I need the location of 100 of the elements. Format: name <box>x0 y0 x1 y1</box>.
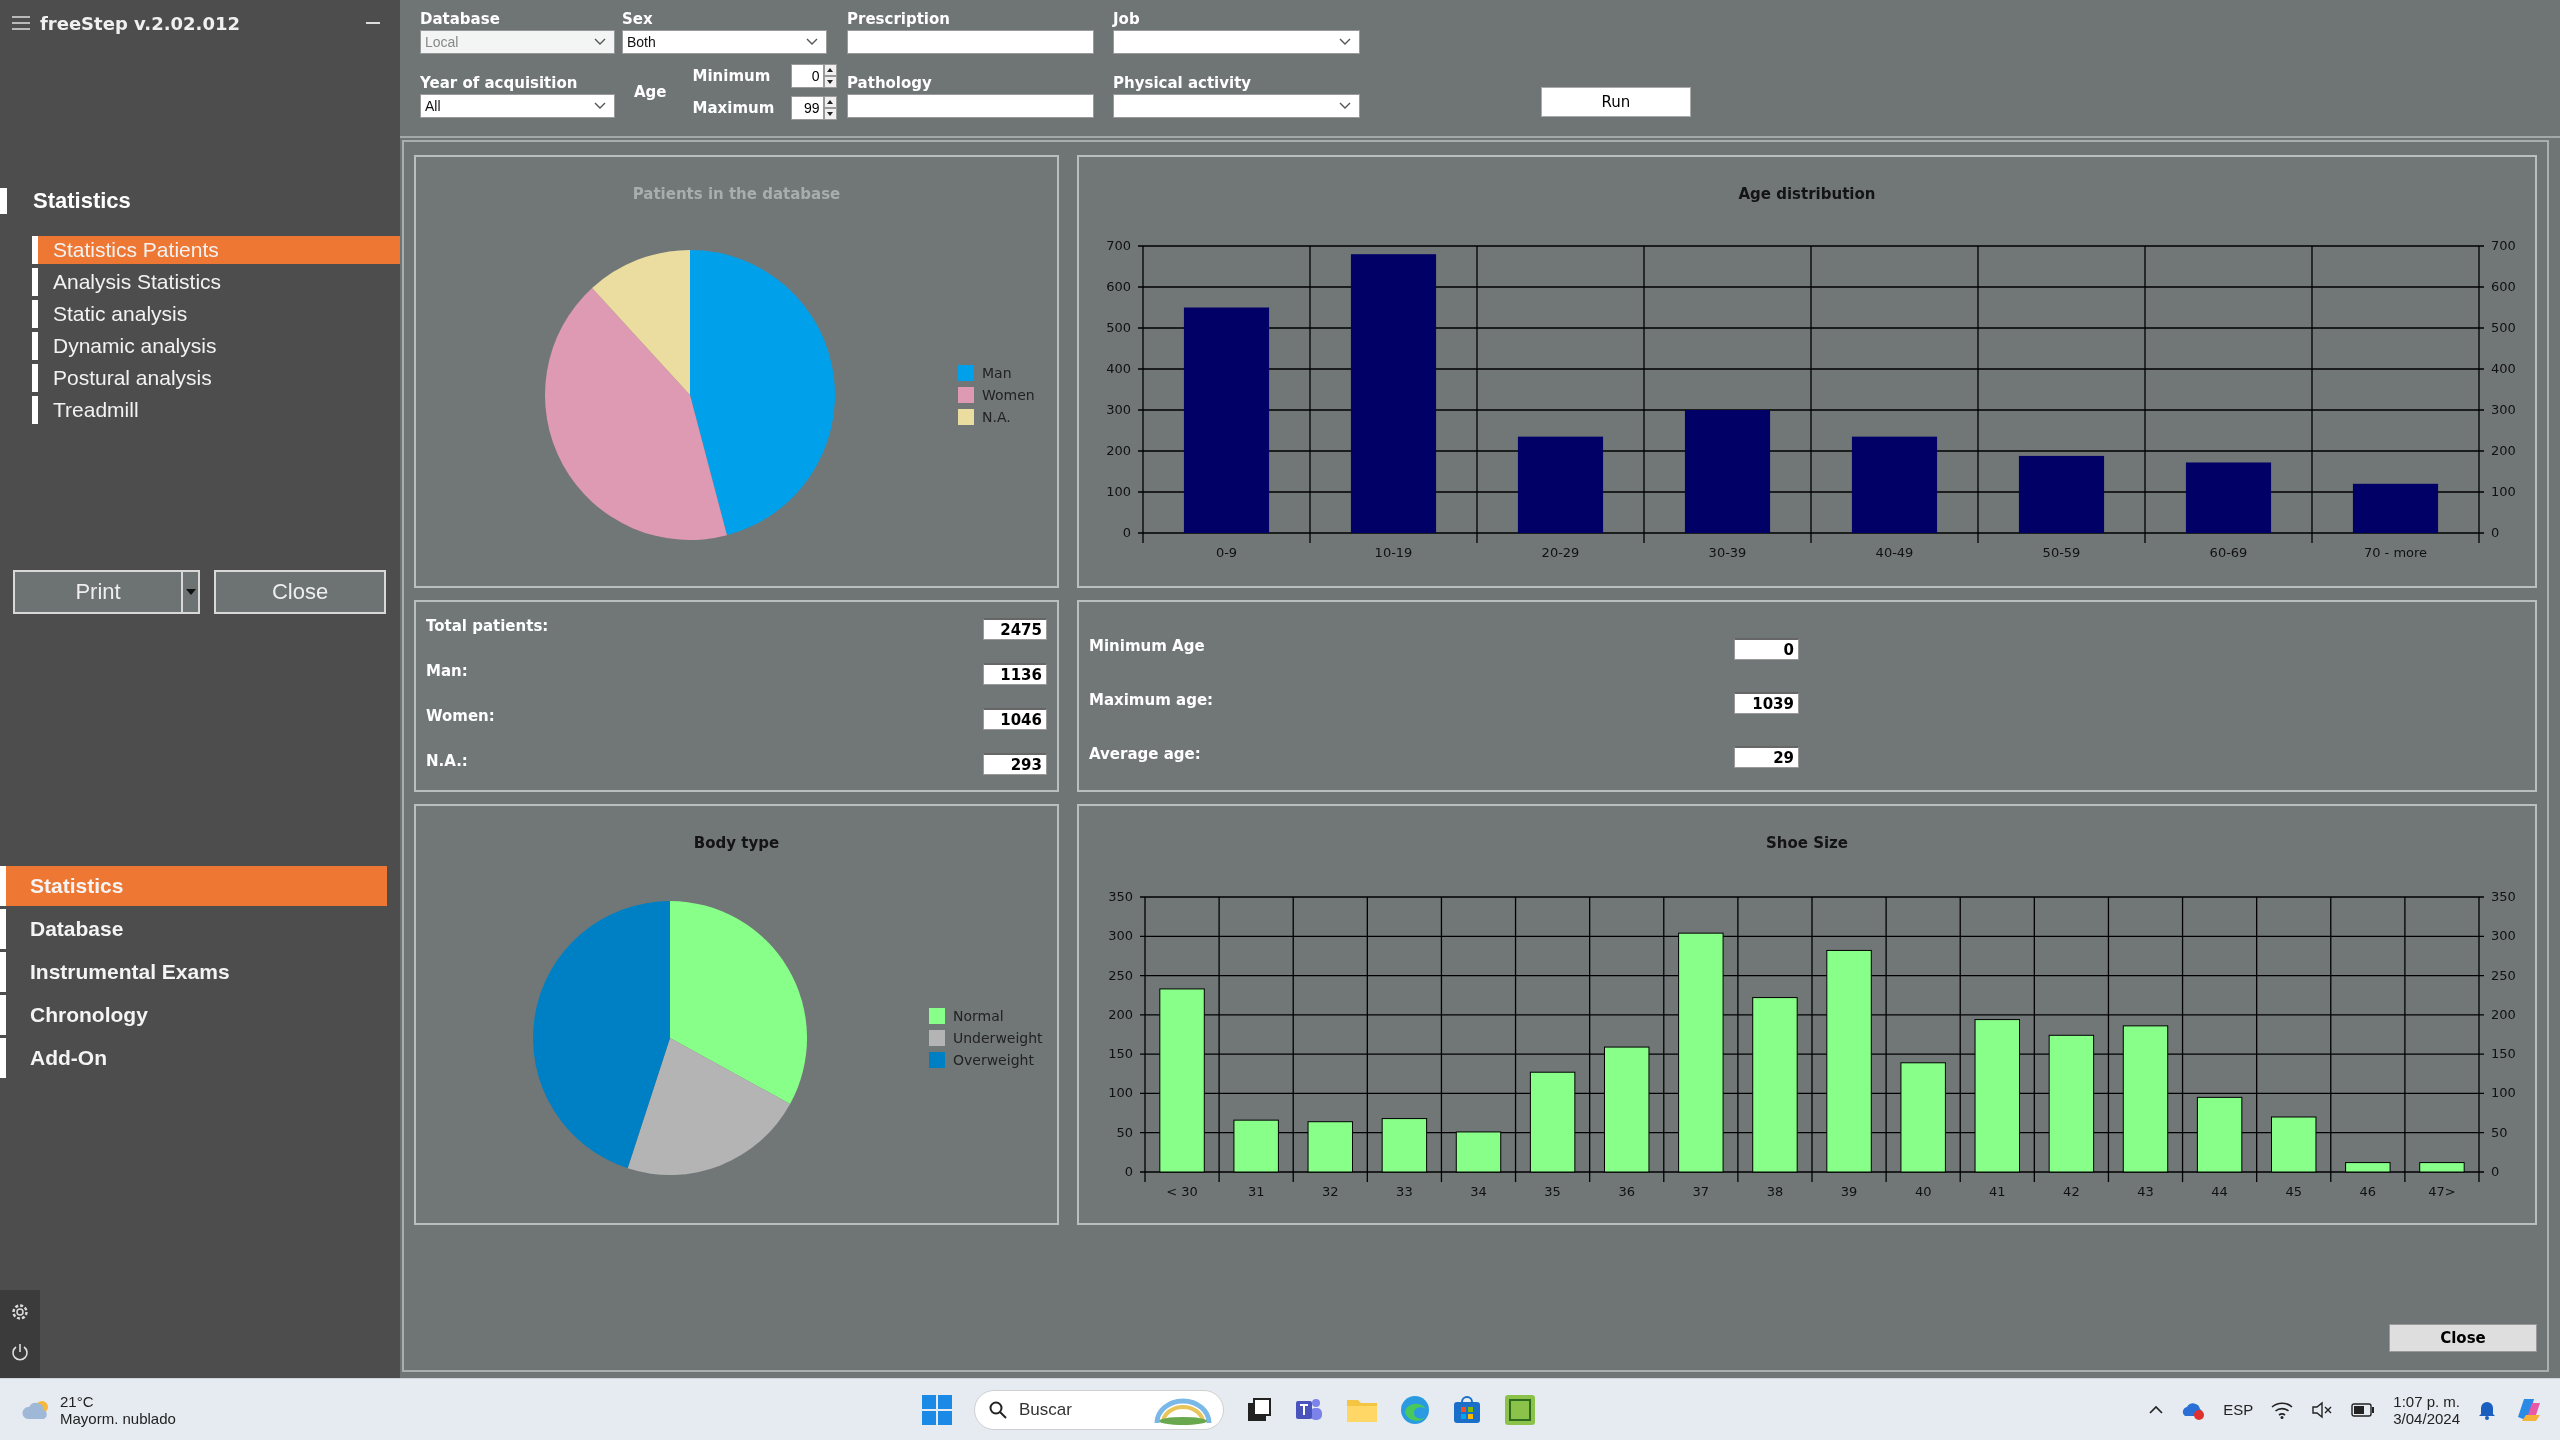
stat-value: 2475 <box>983 618 1047 640</box>
axis-label: 300 <box>1106 402 1131 417</box>
chevron-down-icon <box>594 102 606 110</box>
sex-select[interactable]: Both <box>622 30 827 54</box>
search-box[interactable]: Buscar <box>974 1389 1224 1430</box>
nav-item[interactable]: Chronology <box>0 995 387 1035</box>
stat-value: 1039 <box>1734 692 1799 714</box>
stat-label: Maximum age: <box>1089 691 1215 709</box>
year-select[interactable]: All <box>420 94 615 118</box>
legend-label: Overweight <box>953 1052 1034 1068</box>
category-label: 70 - more <box>2363 545 2428 560</box>
up-arrow-icon <box>827 100 834 104</box>
chart-title: Shoe Size <box>1766 834 1848 854</box>
chart-title: Body type <box>693 834 780 854</box>
app-title: freeStep v.2.02.012 <box>40 12 241 34</box>
bell-icon[interactable] <box>2478 1399 2496 1420</box>
category-label: 60-69 <box>2209 545 2248 560</box>
stat-label: N.A.: <box>426 752 469 770</box>
caret-icon <box>185 589 196 595</box>
axis-label: 250 <box>1108 967 1133 983</box>
category-label: 43 <box>2137 1184 2154 1199</box>
category-label: 30-39 <box>1708 545 1747 560</box>
settings-icon[interactable] <box>10 1302 30 1322</box>
category-label: 45 <box>2285 1184 2302 1199</box>
menu-icon[interactable] <box>12 16 30 30</box>
axis-label: 700 <box>1106 238 1131 253</box>
chevron-down-icon <box>806 38 818 46</box>
axis-label: 600 <box>2491 279 2516 294</box>
axis-label: 250 <box>2491 967 2516 983</box>
legend-label: Normal <box>953 1008 1004 1024</box>
power-icon[interactable] <box>10 1342 30 1362</box>
battery-icon[interactable] <box>2351 1402 2376 1417</box>
legend-swatch <box>958 387 974 403</box>
chart-title: Age distribution <box>1738 185 1876 205</box>
store-icon[interactable] <box>1452 1394 1482 1425</box>
axis-label: 0 <box>2491 1164 2500 1179</box>
category-label: 40-49 <box>1875 545 1914 560</box>
stat-label: Man: <box>426 662 469 680</box>
axis-label: 100 <box>2491 1085 2516 1101</box>
stat-label: Minimum Age <box>1089 637 1206 655</box>
category-label: 50-59 <box>2042 545 2081 560</box>
nav-item[interactable]: Add-On <box>0 1038 387 1078</box>
nav-item[interactable]: Instrumental Exams <box>0 952 387 992</box>
run-button[interactable]: Run <box>1541 87 1691 117</box>
close-button[interactable]: Close <box>2389 1324 2537 1352</box>
axis-label: 150 <box>1108 1046 1133 1062</box>
search-field[interactable]: Buscar <box>1017 1398 1143 1421</box>
start-icon[interactable] <box>922 1394 952 1425</box>
chevron-down-icon <box>1339 38 1351 46</box>
language-indicator[interactable]: ESP <box>2223 1401 2254 1418</box>
clock-date[interactable]: 3/04/2024 <box>2393 1409 2460 1427</box>
axis-label: 350 <box>1108 889 1133 904</box>
axis-label: 300 <box>1108 928 1133 944</box>
category-label: 37 <box>1692 1184 1710 1199</box>
prescription-field[interactable] <box>847 30 1094 54</box>
stat-label: Women: <box>426 707 496 725</box>
stat-value: 1046 <box>983 708 1047 730</box>
nav-item[interactable]: Database <box>0 909 387 949</box>
category-label: 42 <box>2063 1184 2080 1199</box>
stat-label: Total patients: <box>426 617 550 635</box>
field-label: Year of acquisition <box>420 74 579 94</box>
pathology-field[interactable] <box>847 94 1094 118</box>
axis-label: 0 <box>1122 525 1131 540</box>
age-field[interactable]: 0 <box>790 64 824 88</box>
axis-label: 400 <box>2491 361 2516 376</box>
category-label: 32 <box>1322 1184 1339 1199</box>
chevron-down-icon <box>1339 102 1351 110</box>
age-field[interactable]: 99 <box>790 96 824 120</box>
category-label: 35 <box>1544 1184 1561 1199</box>
activity-select[interactable] <box>1113 94 1360 118</box>
browser-icon[interactable] <box>1400 1394 1430 1425</box>
close-button[interactable]: Close <box>214 570 386 614</box>
weather-condition: Mayorm. nublado <box>60 1409 176 1427</box>
wifi-icon[interactable] <box>2271 1400 2294 1419</box>
axis-label: 200 <box>1108 1006 1133 1022</box>
field-label: Maximum <box>692 99 776 117</box>
section-marker <box>0 188 7 214</box>
print-button[interactable]: Print <box>13 570 184 614</box>
legend-label: Women <box>982 387 1035 403</box>
axis-label: 350 <box>2491 889 2516 904</box>
app-icon[interactable] <box>1504 1393 1536 1426</box>
category-label: 34 <box>1470 1184 1487 1199</box>
category-label: 10-19 <box>1374 545 1413 560</box>
window-icon[interactable] <box>1246 1396 1272 1423</box>
category-label: 36 <box>1618 1184 1635 1199</box>
axis-label: 300 <box>2491 402 2516 417</box>
muted-speaker-icon[interactable] <box>2311 1400 2334 1419</box>
stat-label: Average age: <box>1089 745 1202 763</box>
axis-label: 0 <box>1124 1164 1133 1179</box>
legend-label: Man <box>982 365 1012 381</box>
clock-time[interactable]: 1:07 p. m. <box>2393 1392 2460 1410</box>
category-label: 47> <box>2428 1184 2456 1199</box>
stat-value: 29 <box>1734 746 1799 768</box>
field-label: Pathology <box>847 74 933 94</box>
axis-label: 600 <box>1106 279 1131 294</box>
chevron-up-icon[interactable] <box>2149 1405 2164 1414</box>
legend-label: Underweight <box>953 1030 1043 1046</box>
axis-label: 700 <box>2491 238 2516 253</box>
job-select[interactable] <box>1113 30 1360 54</box>
category-label: 39 <box>1840 1184 1858 1199</box>
